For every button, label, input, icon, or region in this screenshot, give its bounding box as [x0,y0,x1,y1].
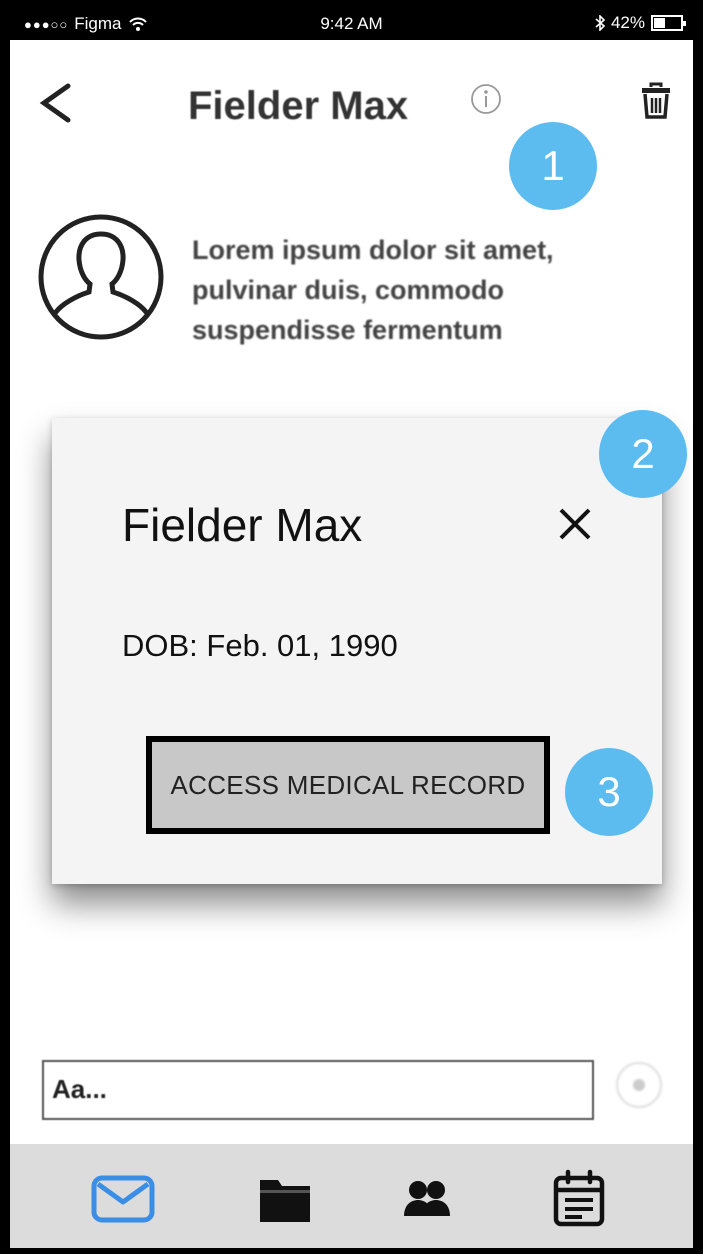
contacts-icon[interactable] [392,1164,462,1234]
dob-text: DOB: Feb. 01, 1990 [122,628,398,663]
profile-bio: Lorem ipsum dolor sit amet, pulvinar dui… [192,235,554,345]
battery-percent: 42% [610,13,645,32]
message-input[interactable]: Aa... [42,1060,594,1120]
send-button[interactable] [616,1062,662,1108]
annotation-badge-1: 1 [509,122,597,210]
status-bar: ●●●○○ Figma 9:42 AM 42% [10,6,693,40]
info-icon[interactable] [469,82,503,116]
modal-title: Fielder Max [122,499,363,551]
trash-icon[interactable] [640,82,672,120]
user-avatar-icon [38,214,164,340]
bluetooth-icon [595,15,605,31]
access-medical-record-button[interactable]: ACCESS MEDICAL RECORD [146,736,550,834]
status-time: 9:42 AM [320,14,383,33]
page-title: Fielder Max [188,84,409,128]
annotation-badge-2: 2 [599,410,687,498]
phone-screen: ●●●○○ Figma 9:42 AM 42% Fielder Max 1 Lo… [10,6,693,1248]
calendar-icon[interactable] [544,1164,614,1234]
battery-icon [651,15,686,31]
folder-icon[interactable] [250,1164,320,1234]
chevron-left-icon[interactable] [36,78,76,128]
annotation-badge-3: 3 [565,748,653,836]
battery-level [654,18,665,28]
close-icon[interactable] [557,506,593,542]
bottom-nav [10,1144,693,1248]
mail-icon[interactable] [88,1164,158,1234]
